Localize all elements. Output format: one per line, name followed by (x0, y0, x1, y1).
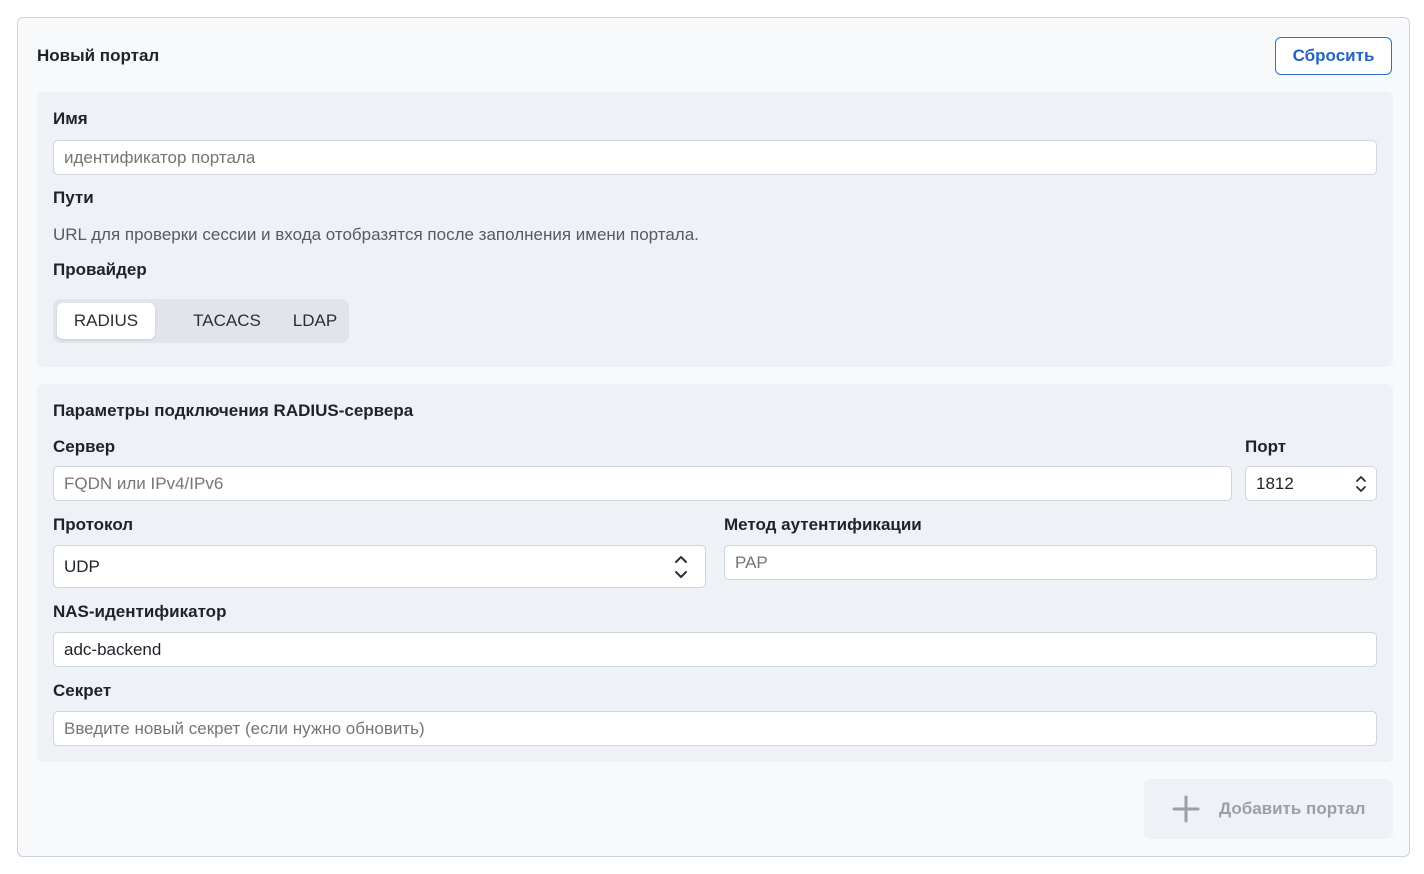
server-label: Сервер (53, 437, 116, 456)
provider-switch: RADIUS TACACS LDAP (53, 299, 349, 343)
paths-label: Пути (53, 188, 94, 207)
nas-label: NAS-идентификатор (53, 602, 227, 621)
secret-label: Секрет (53, 681, 112, 700)
provider-tacacs-tab[interactable]: TACACS (171, 303, 283, 339)
basic-section: Имя Пути URL для проверки сессии и входа… (37, 92, 1393, 367)
auth-method-label: Метод аутентификации (724, 515, 922, 534)
card-title: Новый портал (37, 46, 160, 65)
plus-icon (1172, 795, 1200, 823)
protocol-label: Протокол (53, 515, 134, 534)
provider-label: Провайдер (53, 260, 147, 279)
add-portal-label: Добавить портал (1219, 799, 1366, 818)
paths-hint: URL для проверки сессии и входа отобразя… (53, 225, 699, 244)
nas-input[interactable]: adc-backend (53, 632, 1377, 667)
provider-ldap-tab[interactable]: LDAP (285, 303, 345, 339)
connection-title: Параметры подключения RADIUS-сервера (53, 401, 414, 420)
protocol-value: UDP (64, 556, 100, 576)
name-input[interactable] (53, 140, 1377, 175)
protocol-select[interactable]: UDP (53, 545, 706, 588)
add-portal-button[interactable]: Добавить портал (1144, 779, 1393, 839)
port-value: 1812 (1256, 473, 1294, 493)
provider-radius-tab[interactable]: RADIUS (57, 303, 155, 339)
secret-input[interactable] (53, 711, 1377, 746)
reset-button[interactable]: Сбросить (1275, 37, 1392, 75)
chevron-up-down-icon (675, 555, 687, 578)
auth-method-input[interactable] (724, 545, 1377, 580)
server-input[interactable] (53, 466, 1232, 501)
port-stepper-icon[interactable] (1354, 473, 1368, 495)
port-input[interactable]: 1812 (1245, 466, 1377, 501)
new-portal-card: Новый портал Сбросить Имя Пути URL для п… (17, 17, 1410, 857)
port-label: Порт (1245, 437, 1287, 456)
connection-section: Параметры подключения RADIUS-сервера Сер… (37, 384, 1393, 762)
name-label: Имя (53, 109, 88, 128)
